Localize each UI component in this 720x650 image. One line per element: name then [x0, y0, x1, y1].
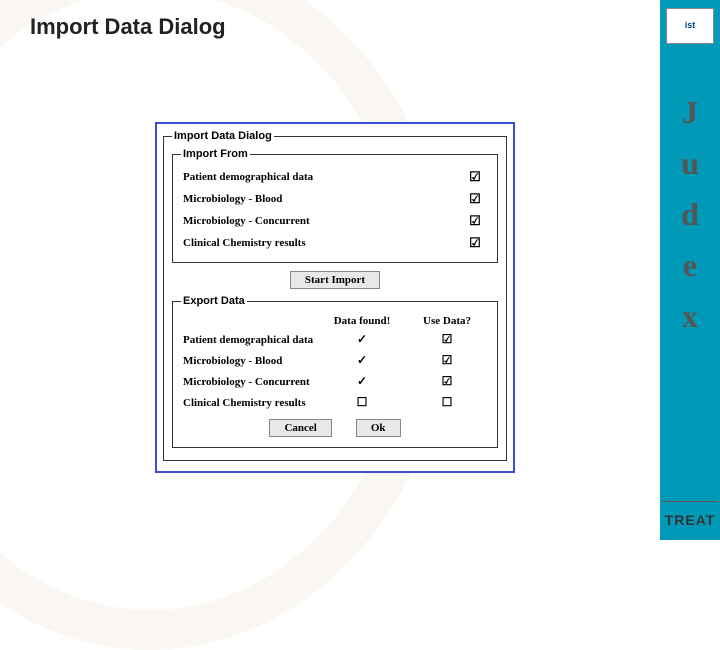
export-data-fieldset: Export Data Data found! Use Data? Patien…: [172, 295, 498, 448]
import-row-label: Patient demographical data: [183, 171, 463, 183]
start-import-row: Start Import: [172, 267, 498, 295]
import-from-row: Microbiology - Blood ☑: [181, 188, 489, 210]
dialog-title: Import Data Dialog: [172, 130, 274, 142]
page-title: Import Data Dialog: [30, 14, 226, 40]
start-import-button[interactable]: Start Import: [290, 271, 380, 289]
dialog-fieldset: Import Data Dialog Import From Patient d…: [163, 130, 507, 461]
export-data-row: Microbiology - Concurrent ✓ ☑: [181, 371, 489, 392]
use-data-checkbox[interactable]: ☐: [407, 395, 487, 410]
treat-logo: TREAT: [665, 512, 716, 528]
data-found-empty-icon: ☐: [317, 395, 407, 410]
dialog-button-row: Cancel Ok: [181, 413, 489, 439]
export-row-label: Microbiology - Concurrent: [183, 376, 317, 388]
export-header-found: Data found!: [317, 315, 407, 327]
import-row-label: Clinical Chemistry results: [183, 237, 463, 249]
data-found-check-icon: ✓: [317, 353, 407, 368]
brand-letter: d: [681, 196, 699, 233]
export-data-legend: Export Data: [181, 295, 247, 307]
ok-button[interactable]: Ok: [356, 419, 401, 437]
export-row-label: Clinical Chemistry results: [183, 397, 317, 409]
brand-name-judex: J u d e x: [681, 94, 699, 335]
import-from-row: Microbiology - Concurrent ☑: [181, 210, 489, 232]
sidebar: ist J u d e x TREAT: [660, 0, 720, 540]
ist-logo: ist: [666, 8, 714, 44]
export-header-row: Data found! Use Data?: [181, 313, 489, 329]
data-found-check-icon: ✓: [317, 374, 407, 389]
export-data-row: Patient demographical data ✓ ☑: [181, 329, 489, 350]
export-header-spacer: [183, 315, 317, 327]
import-row-label: Microbiology - Blood: [183, 193, 463, 205]
checkbox-checked-icon[interactable]: ☑: [463, 213, 487, 229]
import-row-label: Microbiology - Concurrent: [183, 215, 463, 227]
checkbox-checked-icon[interactable]: ☑: [463, 235, 487, 251]
brand-letter: u: [681, 145, 699, 182]
import-data-dialog: Import Data Dialog Import From Patient d…: [155, 122, 515, 473]
export-row-label: Microbiology - Blood: [183, 355, 317, 367]
import-from-row: Clinical Chemistry results ☑: [181, 232, 489, 254]
import-from-legend: Import From: [181, 148, 250, 160]
import-from-row: Patient demographical data ☑: [181, 166, 489, 188]
use-data-checkbox[interactable]: ☑: [407, 332, 487, 347]
import-from-fieldset: Import From Patient demographical data ☑…: [172, 148, 498, 263]
export-data-row: Clinical Chemistry results ☐ ☐: [181, 392, 489, 413]
brand-letter: x: [682, 298, 698, 335]
export-header-use: Use Data?: [407, 315, 487, 327]
export-data-row: Microbiology - Blood ✓ ☑: [181, 350, 489, 371]
sidebar-divider: [662, 501, 718, 502]
checkbox-checked-icon[interactable]: ☑: [463, 169, 487, 185]
cancel-button[interactable]: Cancel: [269, 419, 331, 437]
checkbox-checked-icon[interactable]: ☑: [463, 191, 487, 207]
use-data-checkbox[interactable]: ☑: [407, 374, 487, 389]
brand-letter: J: [682, 94, 698, 131]
use-data-checkbox[interactable]: ☑: [407, 353, 487, 368]
brand-letter: e: [683, 247, 697, 284]
data-found-check-icon: ✓: [317, 332, 407, 347]
export-row-label: Patient demographical data: [183, 334, 317, 346]
